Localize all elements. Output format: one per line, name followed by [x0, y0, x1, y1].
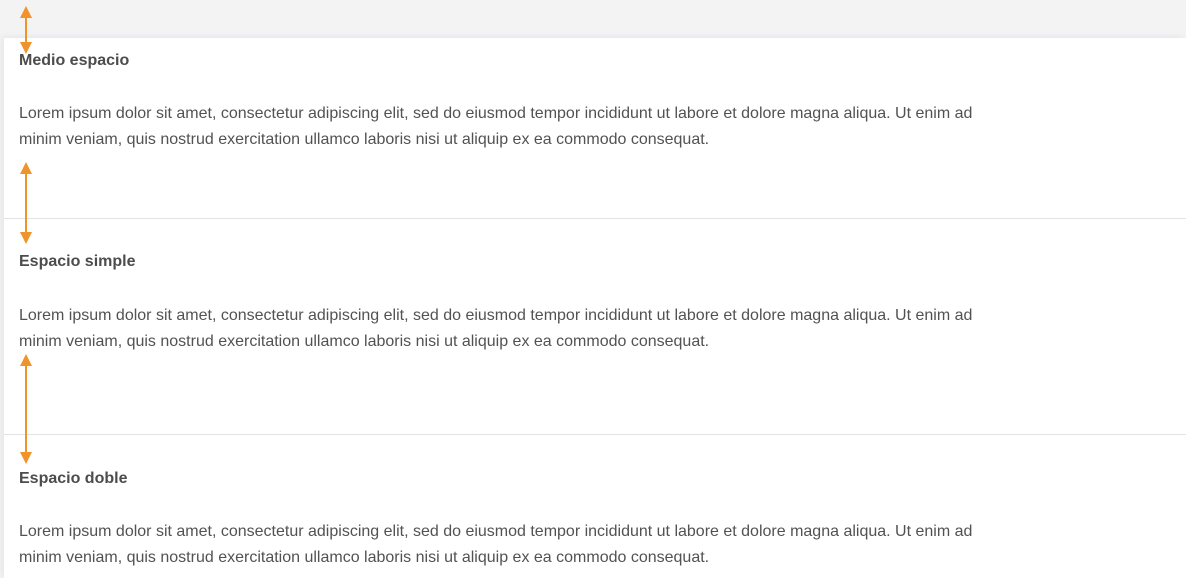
section-text-line: minim veniam, quis nostrud exercitation … [19, 549, 710, 566]
content-panel: Medio espacio Lorem ipsum dolor sit amet… [4, 38, 1186, 578]
double-arrow-icon [20, 162, 32, 244]
section-text-line: minim veniam, quis nostrud exercitation … [19, 333, 710, 350]
section-text-line: minim veniam, quis nostrud exercitation … [19, 131, 710, 148]
double-arrow-icon [20, 354, 32, 464]
divider [4, 218, 1186, 219]
section-text-line: Lorem ipsum dolor sit amet, consectetur … [19, 307, 973, 324]
section-text-line: Lorem ipsum dolor sit amet, consectetur … [19, 523, 973, 540]
divider [4, 434, 1186, 435]
section-title: Espacio simple [19, 253, 136, 270]
section-text-line: Lorem ipsum dolor sit amet, consectetur … [19, 105, 973, 122]
double-arrow-icon [20, 6, 32, 54]
section-title: Espacio doble [19, 470, 128, 487]
